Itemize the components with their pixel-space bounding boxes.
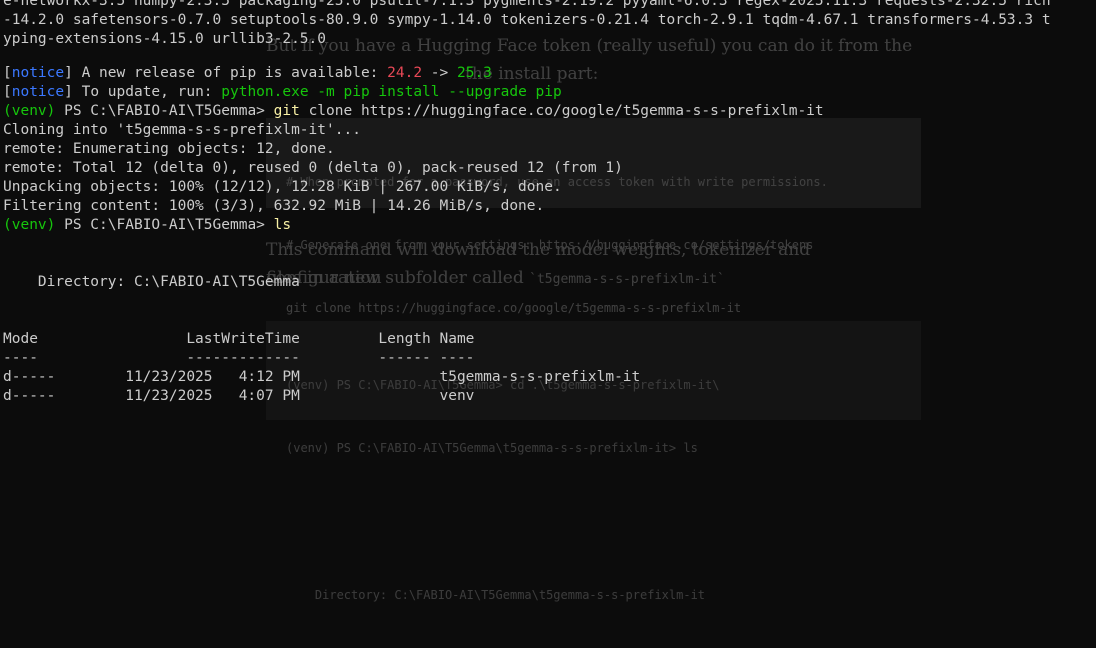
git-cloning-line: Cloning into 't5gemma-s-s-prefixlm-it'..… <box>3 122 361 138</box>
notice-label: notice <box>11 65 65 81</box>
prompt-path: PS C:\FABIO-AI\T5Gemma> <box>55 217 274 233</box>
command-name: ls <box>273 217 292 233</box>
git-unpacking-line: Unpacking objects: 100% (12/12), 12.28 K… <box>3 179 562 195</box>
listing-underline-row: ---- ------------- ------ ---- <box>3 350 475 366</box>
version-arrow: -> <box>422 65 457 81</box>
listing-row: d----- 11/23/2025 4:12 PM t5gemma-s-s-pr… <box>3 369 641 385</box>
notice-text: To update, run: <box>72 84 222 100</box>
pip-install-output-line-2: -14.2.0 safetensors-0.7.0 setuptools-80.… <box>3 12 1051 28</box>
pip-install-output-line-1: e-networkx-3.5 numpy-2.3.5 packaging-25.… <box>3 0 1051 9</box>
listing-row: d----- 11/23/2025 4:07 PM venv <box>3 388 475 404</box>
git-remote-total-line: remote: Total 12 (delta 0), reused 0 (de… <box>3 160 623 176</box>
prompt-git-clone: (venv) PS C:\FABIO-AI\T5Gemma> git clone… <box>3 102 824 121</box>
command-args: clone https://huggingface.co/google/t5ge… <box>299 103 824 119</box>
directory-line: Directory: C:\FABIO-AI\T5Gemma <box>3 274 300 290</box>
listing-header-row: Mode LastWriteTime Length Name <box>3 331 475 347</box>
prompt-path: PS C:\FABIO-AI\T5Gemma> <box>55 103 274 119</box>
prompt-ls: (venv) PS C:\FABIO-AI\T5Gemma> ls <box>3 216 291 235</box>
pip-notice-line-2: [notice] To update, run: python.exe -m p… <box>3 84 562 100</box>
terminal-output[interactable]: e-networkx-3.5 numpy-2.3.5 packaging-25.… <box>0 0 1096 420</box>
pip-notice-line-1: [notice] A new release of pip is availab… <box>3 65 492 81</box>
notice-label: notice <box>11 84 65 100</box>
pip-install-output-line-3: yping-extensions-4.15.0 urllib3-2.5.0 <box>3 31 327 47</box>
pip-upgrade-command: python.exe -m pip install --upgrade pip <box>221 84 562 100</box>
ghost-code-line: (venv) PS C:\FABIO-AI\T5Gemma\t5gemma-s-… <box>286 441 698 455</box>
git-filtering-line: Filtering content: 100% (3/3), 632.92 Mi… <box>3 198 545 214</box>
ghost-code-line: Directory: C:\FABIO-AI\T5Gemma\t5gemma-s… <box>286 588 706 602</box>
venv-indicator: (venv) <box>3 217 56 233</box>
pip-old-version: 24.2 <box>387 65 423 81</box>
pip-new-version: 25.3 <box>456 65 492 81</box>
command-name: git <box>273 103 300 119</box>
venv-indicator: (venv) <box>3 103 56 119</box>
notice-text: A new release of pip is available: <box>72 65 388 81</box>
git-remote-enumerating-line: remote: Enumerating objects: 12, done. <box>3 141 335 157</box>
